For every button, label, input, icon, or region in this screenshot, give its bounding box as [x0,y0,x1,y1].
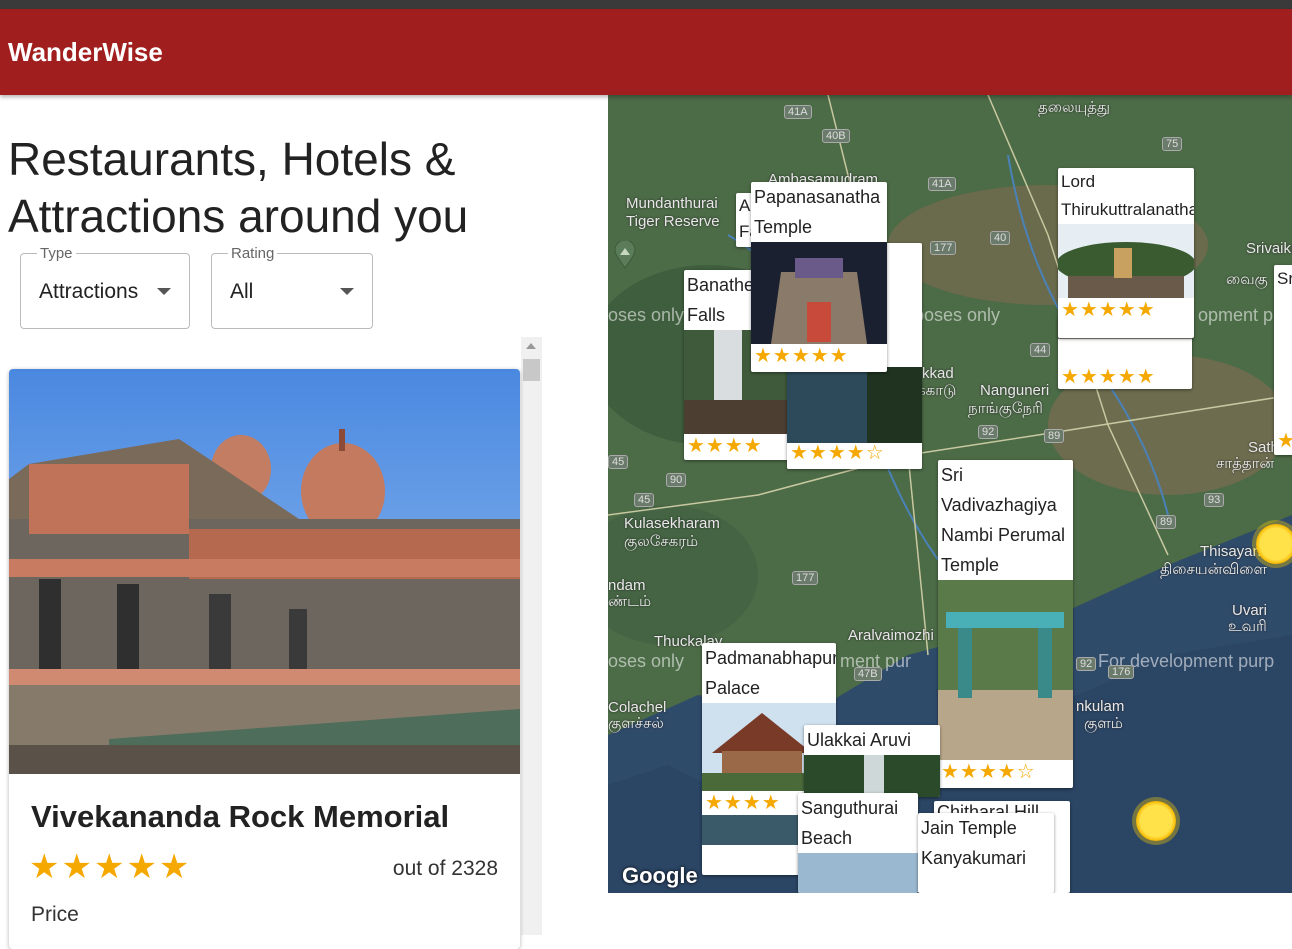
rating-select-value: All [230,280,254,303]
place-pin[interactable]: Sri Vadivazhagiya Nambi Perumal Temple ★… [938,460,1073,788]
pin-title: Papanasanatha Temple [754,187,881,237]
results-list[interactable]: Vivekananda Rock Memorial ★★★★★ out of 2… [0,337,542,949]
road-shield: 75 [1162,137,1183,151]
location-pin-icon[interactable] [614,239,636,269]
type-select[interactable]: Type Attractions [20,245,190,329]
pin-title: Jain Temple Kanyakumari [921,818,1027,868]
road-shield: 44 [1030,343,1051,357]
weather-sun-icon [1256,524,1292,564]
pin-title: Ulakkai Aruvi [807,730,912,750]
type-select-label: Type [37,245,76,262]
scrollbar[interactable] [521,337,542,935]
rating-stars: ★★★★★ [754,345,849,367]
map-label: நாங்குநேரி [968,400,1043,417]
road-shield: 92 [978,425,999,439]
rating-stars: ★★★★★ [1061,299,1156,321]
place-pin[interactable]: Ulakkai Aruvi [804,725,940,797]
road-shield: 176 [1108,665,1135,679]
rating-stars: ★★★★☆ [790,442,885,464]
road-shield: 89 [1044,429,1065,443]
place-photo [9,369,520,774]
pin-title: Sri Te [1277,269,1292,288]
type-select-value: Attractions [39,280,139,303]
map-label: சாத்தான் [1216,455,1275,472]
dev-watermark: opment pu [1198,305,1284,325]
pin-photo [1058,224,1194,298]
map-label: kkad [922,365,954,382]
page-title: Restaurants, Hotels & Attractions around… [8,133,469,242]
road-shield: 41A [928,177,956,191]
road-shield: 177 [930,241,957,255]
road-shield: 90 [666,473,687,487]
map-label: Kulasekharam [624,515,720,532]
map-label: க்காடு [916,382,957,399]
map-label: Mundanthurai [626,195,718,212]
place-pin[interactable]: Jain Temple Kanyakumari [918,813,1054,893]
pin-photo [804,755,940,797]
rating-select[interactable]: Rating All [211,245,373,329]
map-label: Tiger Reserve [626,213,720,230]
chevron-down-icon [340,288,354,295]
rating-stars: ★★★★☆ [941,761,1036,783]
price-label: Price [31,903,79,926]
place-title: Vivekananda Rock Memorial [31,799,450,834]
map-label: உவரி [1228,618,1267,635]
road-shield: 93 [1204,493,1225,507]
road-shield: 47B [854,667,882,681]
app-title[interactable]: WanderWise [8,37,163,68]
map-label: Uvari [1232,602,1268,619]
place-pin[interactable]: Sri Te ★ [1274,265,1292,455]
map-label: திசையன்விளை [1160,561,1267,578]
pin-title: Sri Vadivazhagiya Nambi Perumal Temple [941,465,1066,575]
dev-watermark: oses only [608,651,685,671]
place-pin[interactable]: Lord Thirukuttralanathar ★★★★★ [1058,168,1194,338]
road-shield: 92 [1076,657,1097,671]
pin-title: Sanguthurai Beach [801,798,899,848]
list-panel: Restaurants, Hotels & Attractions around… [0,95,608,949]
app-bar: WanderWise [0,9,1292,95]
map-view[interactable]: Mundanthurai Tiger Reserve Ambasamudram … [608,95,1292,893]
road-shield: 40B [822,129,850,143]
review-count: out of 2328 [392,857,498,880]
road-shield: 40 [990,231,1011,245]
rating-stars: ★ [1277,430,1292,452]
rating-stars: ★★★★★ [29,848,192,886]
map-label: வைகு [1226,271,1268,288]
place-card[interactable]: Vivekananda Rock Memorial ★★★★★ out of 2… [9,369,520,949]
map-label: தலையுத்து [1038,99,1111,116]
map-label: ண்டம் [608,593,652,610]
place-pin[interactable]: Sanguthurai Beach [798,793,918,893]
weather-sun-icon [1136,801,1176,841]
rating-stars: ★★★★ [687,435,763,457]
pin-photo [798,853,918,893]
map-label: Srivaikun [1246,240,1292,257]
road-shield: 177 [792,571,819,585]
rating-select-label: Rating [228,245,278,262]
road-shield: 45 [608,455,629,469]
dev-watermark: oses only [608,305,685,325]
window-top-strip [0,0,1292,9]
google-logo: Google [622,863,698,888]
map-label: ndam [608,577,646,594]
map-label: குலசேகரம் [624,533,699,550]
road-shield: 45 [634,493,655,507]
pin-title: Lord Thirukuttralanathar [1061,172,1194,219]
pin-photo [938,580,1073,760]
road-shield: 41A [784,105,812,119]
road-shield: 89 [1156,515,1177,529]
place-pin[interactable]: Papanasanatha Temple ★★★★★ [751,182,887,372]
chevron-down-icon [157,288,171,295]
pin-photo [751,242,887,344]
pin-title: Padmanabhapuram Palace [705,648,836,698]
map-label: குளம் [1084,715,1123,732]
map-label: Colachel [608,699,667,716]
map-label: nkulam [1076,698,1125,715]
rating-stars: ★★★★★ [1061,366,1156,388]
map-label: Aralvaimozhi [848,627,934,644]
scrollbar-thumb[interactable] [523,359,540,381]
scroll-up-icon[interactable] [526,343,536,349]
map-label: குளச்சல் [608,715,664,732]
map-label: Nanguneri [980,382,1050,399]
